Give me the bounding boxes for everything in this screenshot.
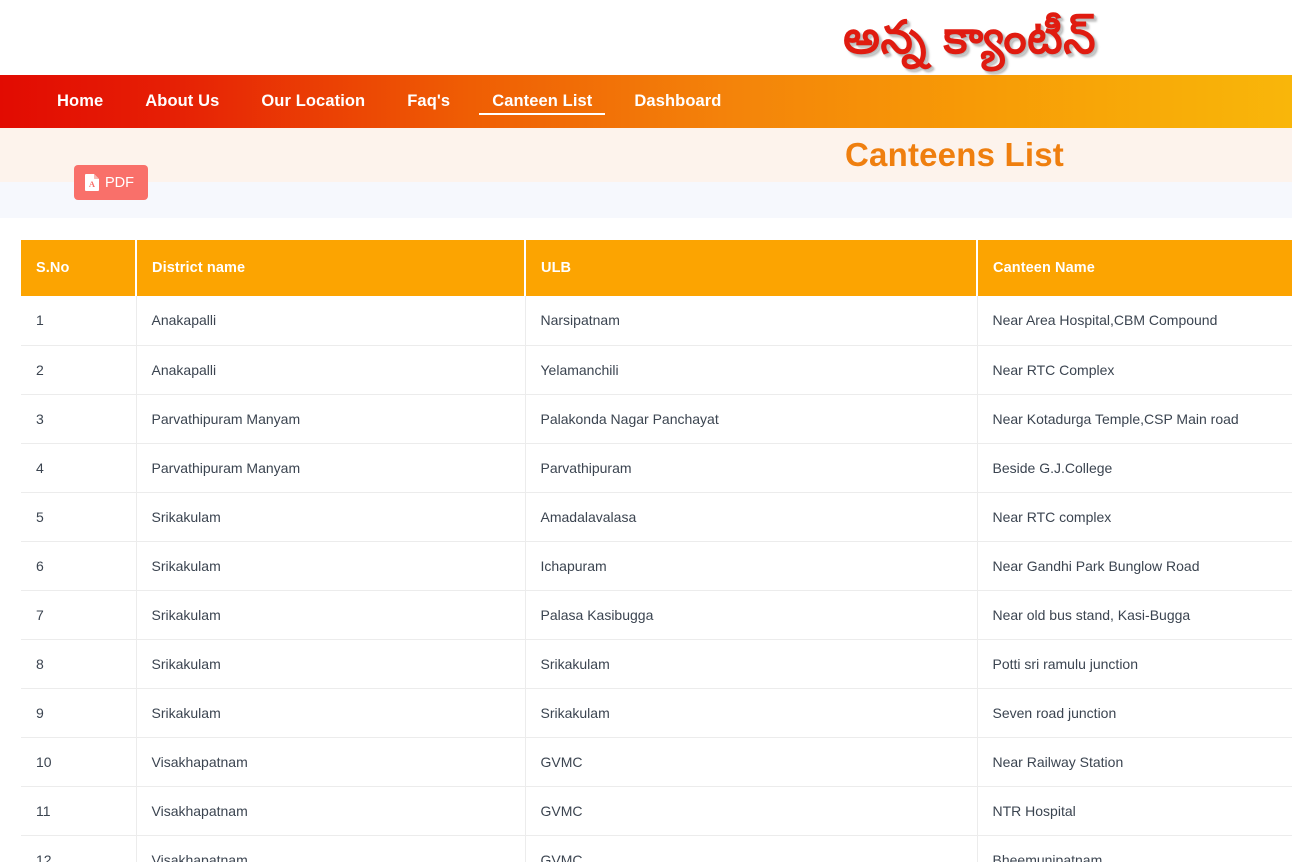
cell-canteen-name: Near Railway Station <box>977 737 1292 787</box>
cell-sno: 9 <box>21 688 137 738</box>
cell-ulb: Amadalavalasa <box>525 492 978 542</box>
column-header-ulb[interactable]: ULB <box>525 240 978 296</box>
cell-sno: 12 <box>21 835 137 862</box>
nav-item-canteen-list[interactable]: Canteen List <box>471 75 613 128</box>
cell-canteen-name: Near old bus stand, Kasi-Bugga <box>977 590 1292 640</box>
cell-district-name: Srikakulam <box>136 541 526 591</box>
table-row: 6 Srikakulam Ichapuram Near Gandhi Park Bun… <box>21 541 1292 591</box>
table-header-row: S.No District name ULB Canteen Name <box>21 240 1292 296</box>
nav-item-faq-s[interactable]: Faq's <box>386 75 471 128</box>
table-row: 1 Anakapalli Narsipatnam Near Area Hospital… <box>21 296 1292 346</box>
cell-ulb: Srikakulam <box>525 688 978 738</box>
cell-district-name: Visakhapatnam <box>136 835 526 862</box>
column-header-district-name[interactable]: District name <box>136 240 526 296</box>
cell-sno: 11 <box>21 786 137 836</box>
cell-sno: 10 <box>21 737 137 787</box>
logo-text: అన్న క్యాంటీన్ <box>843 10 1096 64</box>
cell-ulb: Yelamanchili <box>525 345 978 395</box>
cell-canteen-name: Near Kotadurga Temple,CSP Main road <box>977 394 1292 444</box>
cell-district-name: Parvathipuram Manyam <box>136 394 526 444</box>
cell-ulb: Srikakulam <box>525 639 978 689</box>
cell-ulb: GVMC <box>525 835 978 862</box>
export-pdf-label: PDF <box>105 174 134 191</box>
cell-sno: 3 <box>21 394 137 444</box>
cell-district-name: Srikakulam <box>136 590 526 640</box>
file-pdf-icon: A <box>85 174 99 191</box>
cell-ulb: Narsipatnam <box>525 296 978 346</box>
cell-canteen-name: Potti sri ramulu junction <box>977 639 1292 689</box>
cell-ulb: Palakonda Nagar Panchayat <box>525 394 978 444</box>
cell-ulb: Ichapuram <box>525 541 978 591</box>
cell-canteen-name: Seven road junction <box>977 688 1292 738</box>
table-row: 12 Visakhapatnam GVMC Bheemunipatnam <box>21 835 1292 862</box>
table-row: 4 Parvathipuram Manyam Parvathipuram Beside… <box>21 443 1292 493</box>
cell-district-name: Srikakulam <box>136 688 526 738</box>
table-row: 11 Visakhapatnam GVMC NTR Hospital <box>21 786 1292 836</box>
table-row: 3 Parvathipuram Manyam Palakonda Nagar Pan… <box>21 394 1292 444</box>
nav-item-about-us[interactable]: About Us <box>124 75 240 128</box>
cell-sno: 2 <box>21 345 137 395</box>
canteens-table-container: S.No District name ULB Canteen Name 1 Anakap… <box>0 218 1292 862</box>
cell-ulb: GVMC <box>525 737 978 787</box>
site-header: అన్న క్యాంటీన్ <box>0 0 1292 75</box>
cell-canteen-name: Near Area Hospital,CBM Compound <box>977 296 1292 346</box>
cell-ulb: Palasa Kasibugga <box>525 590 978 640</box>
table-row: 7 Srikakulam Palasa Kasibugga Near old bus … <box>21 590 1292 640</box>
column-header-s-no[interactable]: S.No <box>21 240 137 296</box>
cell-sno: 4 <box>21 443 137 493</box>
page-title-band: Canteens List <box>0 128 1292 182</box>
page-title: Canteens List <box>845 136 1064 173</box>
cell-sno: 1 <box>21 296 137 346</box>
export-pdf-button[interactable]: A PDF <box>74 165 148 200</box>
table-body: 1 Anakapalli Narsipatnam Near Area Hospital… <box>21 296 1292 862</box>
cell-ulb: Parvathipuram <box>525 443 978 493</box>
nav-item-dashboard[interactable]: Dashboard <box>613 75 742 128</box>
main-navigation: Home About Us Our Location Faq's Canteen Lis… <box>0 75 1292 128</box>
cell-district-name: Anakapalli <box>136 296 526 346</box>
cell-canteen-name: Near RTC Complex <box>977 345 1292 395</box>
cell-canteen-name: Beside G.J.College <box>977 443 1292 493</box>
cell-district-name: Srikakulam <box>136 492 526 542</box>
cell-district-name: Visakhapatnam <box>136 737 526 787</box>
nav-item-our-location[interactable]: Our Location <box>240 75 386 128</box>
cell-canteen-name: Near Gandhi Park Bunglow Road <box>977 541 1292 591</box>
cell-district-name: Anakapalli <box>136 345 526 395</box>
cell-sno: 5 <box>21 492 137 542</box>
table-row: 2 Anakapalli Yelamanchili Near RTC Complex <box>21 345 1292 395</box>
table-header: S.No District name ULB Canteen Name <box>21 240 1292 296</box>
table-row: 5 Srikakulam Amadalavalasa Near RTC complex <box>21 492 1292 542</box>
site-logo[interactable]: అన్న క్యాంటీన్ <box>843 4 1096 70</box>
cell-canteen-name: Bheemunipatnam <box>977 835 1292 862</box>
cell-sno: 8 <box>21 639 137 689</box>
cell-sno: 6 <box>21 541 137 591</box>
nav-item-home[interactable]: Home <box>36 75 124 128</box>
cell-district-name: Visakhapatnam <box>136 786 526 836</box>
table-row: 9 Srikakulam Srikakulam Seven road junction <box>21 688 1292 738</box>
canteens-table: S.No District name ULB Canteen Name 1 Anakap… <box>21 240 1292 862</box>
cell-sno: 7 <box>21 590 137 640</box>
cell-canteen-name: NTR Hospital <box>977 786 1292 836</box>
cell-district-name: Srikakulam <box>136 639 526 689</box>
table-toolbar: A PDF <box>0 165 1292 218</box>
cell-ulb: GVMC <box>525 786 978 836</box>
cell-district-name: Parvathipuram Manyam <box>136 443 526 493</box>
table-row: 10 Visakhapatnam GVMC Near Railway Station <box>21 737 1292 787</box>
cell-canteen-name: Near RTC complex <box>977 492 1292 542</box>
svg-text:A: A <box>89 179 96 189</box>
table-row: 8 Srikakulam Srikakulam Potti sri ramulu ju… <box>21 639 1292 689</box>
column-header-canteen-name[interactable]: Canteen Name <box>977 240 1292 296</box>
